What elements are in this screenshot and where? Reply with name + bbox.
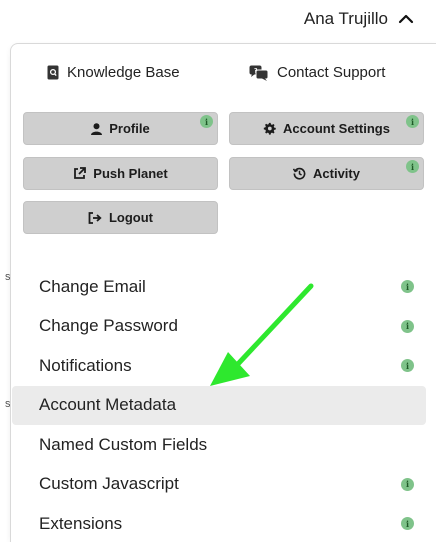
logout-button-label: Logout — [108, 210, 154, 225]
external-link-icon — [74, 167, 87, 179]
menu-item-label: Change Email — [39, 276, 146, 296]
history-icon — [293, 167, 306, 180]
menu-item-account-metadata[interactable]: Account Metadata — [12, 385, 426, 425]
push-planet-button[interactable]: Push Planet — [23, 157, 218, 190]
logout-button[interactable]: Logout — [23, 201, 218, 234]
menu-item-change-password[interactable]: Change Password i — [11, 307, 436, 347]
knowledge-base-link[interactable]: Knowledge Base — [47, 64, 180, 81]
activity-button-label: Activity — [313, 166, 360, 181]
profile-button-label: Profile — [109, 121, 150, 136]
info-badge: i — [401, 477, 414, 491]
chevron-up-icon — [398, 14, 414, 24]
menu-item-label: Named Custom Fields — [39, 434, 208, 454]
contact-support-label: Contact Support — [277, 64, 386, 81]
menu-item-label: Custom Javascript — [39, 474, 179, 494]
info-badge: i — [200, 115, 213, 128]
menu-item-named-custom-fields[interactable]: Named Custom Fields — [11, 425, 436, 465]
contact-support-link[interactable]: ? Contact Support — [249, 64, 385, 81]
activity-button[interactable]: Activity i — [229, 157, 424, 190]
profile-button[interactable]: Profile i — [23, 112, 218, 145]
menu-item-custom-javascript[interactable]: Custom Javascript i — [11, 465, 436, 505]
gear-icon — [263, 122, 276, 135]
info-badge: i — [401, 359, 414, 372]
svg-text:?: ? — [254, 67, 258, 74]
menu-item-label: Change Password — [39, 316, 178, 336]
user-icon — [91, 122, 103, 135]
account-menu-list: Change Email i Change Password i Notific… — [11, 267, 436, 542]
menu-item-notifications[interactable]: Notifications i — [11, 346, 436, 386]
info-badge: i — [401, 280, 414, 293]
logout-icon — [88, 211, 102, 224]
menu-item-label: Notifications — [39, 355, 132, 375]
chat-bubbles-icon: ? — [249, 65, 269, 81]
knowledge-base-label: Knowledge Base — [67, 64, 180, 81]
menu-item-label: Extensions — [39, 513, 123, 533]
user-menu-toggle[interactable]: Ana Trujillo — [304, 9, 414, 29]
account-dropdown-panel: Knowledge Base ? Contact Support Profile… — [10, 43, 436, 542]
user-name: Ana Trujillo — [303, 9, 388, 28]
menu-item-extensions[interactable]: Extensions i — [11, 504, 436, 542]
account-settings-button-label: Account Settings — [283, 121, 390, 136]
info-badge: i — [406, 160, 419, 173]
menu-item-label: Account Metadata — [39, 395, 177, 415]
info-badge: i — [401, 319, 414, 333]
info-badge: i — [406, 115, 419, 128]
menu-item-change-email[interactable]: Change Email i — [11, 267, 436, 307]
push-planet-button-label: Push Planet — [93, 166, 168, 181]
account-settings-button[interactable]: Account Settings i — [229, 112, 424, 145]
book-search-icon — [47, 65, 59, 80]
info-badge: i — [401, 517, 414, 530]
